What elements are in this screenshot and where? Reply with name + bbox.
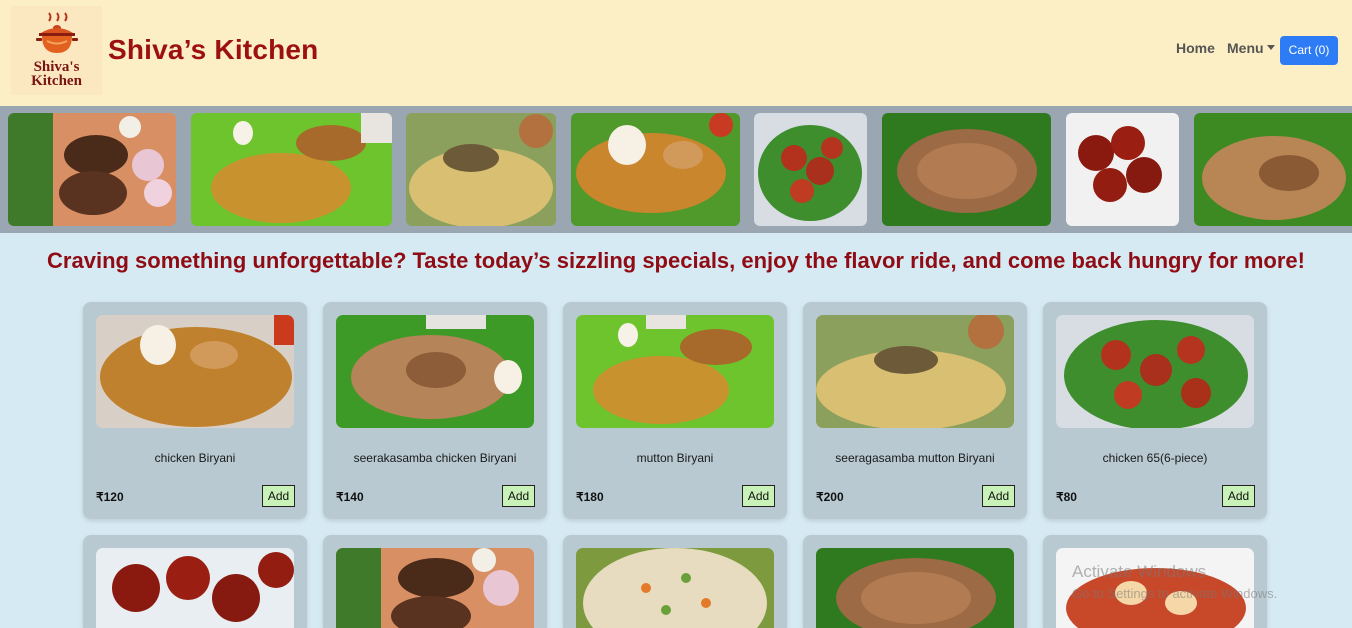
chicken-biryani-leaf-image <box>191 113 392 226</box>
activate-windows-watermark: Activate Windows <box>1072 562 1207 581</box>
product-image[interactable] <box>816 315 1014 428</box>
product-card: seeragasamba mutton Biryani ₹200 Add <box>803 302 1027 519</box>
product-image[interactable] <box>96 315 294 428</box>
product-card: mutton Biryani ₹180 Add <box>563 302 787 519</box>
product-name: chicken 65(6-piece) <box>1102 451 1208 465</box>
nav-menu-dropdown[interactable]: Menu <box>1227 40 1275 56</box>
logo[interactable]: Shiva's Kitchen <box>11 6 102 95</box>
add-to-cart-button[interactable]: Add <box>262 485 295 507</box>
product-price: ₹200 <box>816 490 844 504</box>
logo-text-line1: Shiva's <box>33 59 80 75</box>
product-price: ₹120 <box>96 490 124 504</box>
product-image[interactable] <box>816 548 1014 628</box>
product-image[interactable] <box>336 315 534 428</box>
tagline-heading: Craving something unforgettable? Taste t… <box>47 248 1305 273</box>
product-card: seerakasamba chicken Biryani ₹140 Add <box>323 302 547 519</box>
add-to-cart-button[interactable]: Add <box>742 485 775 507</box>
nav-home-link[interactable]: Home <box>1176 40 1215 56</box>
cart-button[interactable]: Cart (0) <box>1280 36 1338 65</box>
add-to-cart-button[interactable]: Add <box>1222 485 1255 507</box>
product-card: chicken Biryani ₹120 Add <box>83 302 307 519</box>
product-card <box>323 535 547 628</box>
chicken-lollipop-image <box>1066 113 1179 226</box>
product-name: seeragasamba mutton Biryani <box>835 451 995 465</box>
navbar: Shiva's Kitchen Shiva’s Kitchen Home Men… <box>0 0 1352 106</box>
fish-fry-image <box>8 113 176 226</box>
product-name: seerakasamba chicken Biryani <box>353 451 517 465</box>
mutton-biryani-image <box>406 113 556 226</box>
chevron-down-icon <box>1266 45 1275 50</box>
add-to-cart-button[interactable]: Add <box>502 485 535 507</box>
product-image[interactable] <box>576 315 774 428</box>
cooking-pot-icon <box>36 12 78 53</box>
product-card <box>83 535 307 628</box>
product-image[interactable] <box>336 548 534 628</box>
product-card: chicken 65(6-piece) ₹80 Add <box>1043 302 1267 519</box>
logo-text-line2: Kitchen <box>31 73 82 89</box>
product-name: chicken Biryani <box>154 451 236 465</box>
seeraga-chicken-biryani-image <box>1194 113 1352 226</box>
product-price: ₹180 <box>576 490 604 504</box>
activate-windows-hint: Go to Settings to activate Windows. <box>1072 586 1278 601</box>
food-image-strip <box>0 106 1352 233</box>
product-image[interactable] <box>1056 315 1254 428</box>
egg-biryani-image <box>571 113 740 226</box>
product-card <box>803 535 1027 628</box>
chilli-chicken-image <box>754 113 867 226</box>
product-image[interactable] <box>576 548 774 628</box>
product-price: ₹140 <box>336 490 364 504</box>
product-price: ₹80 <box>1056 490 1077 504</box>
minced-biryani-image <box>882 113 1051 226</box>
product-card <box>563 535 787 628</box>
add-to-cart-button[interactable]: Add <box>982 485 1015 507</box>
product-image[interactable] <box>96 548 294 628</box>
nav-menu-label: Menu <box>1227 40 1264 56</box>
product-name: mutton Biryani <box>636 451 714 465</box>
brand-title[interactable]: Shiva’s Kitchen <box>108 34 318 66</box>
